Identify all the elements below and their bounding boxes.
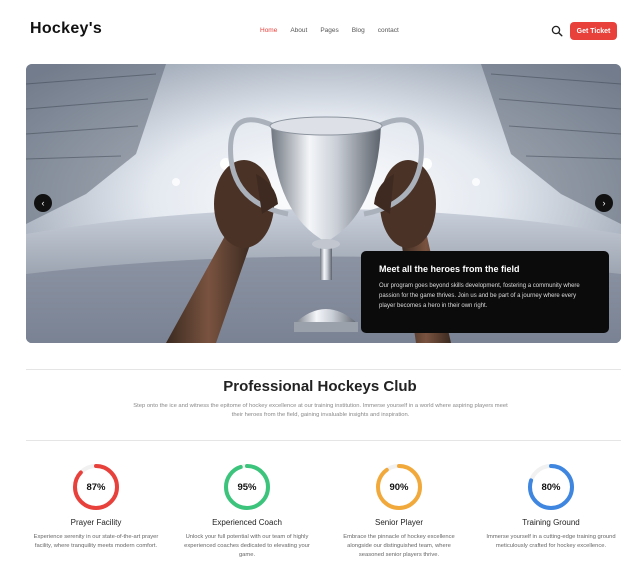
site-header: Hockey's Home About Pages Blog contact G… bbox=[0, 0, 640, 62]
stat-value: 95% bbox=[237, 481, 257, 493]
nav-pages[interactable]: Pages bbox=[320, 27, 338, 34]
stat-experienced-coach: 95% Experienced Coach Unlock your full p… bbox=[172, 462, 322, 560]
stat-description: Embrace the pinnacle of hockey excellenc… bbox=[343, 534, 455, 558]
nav-home[interactable]: Home bbox=[260, 27, 277, 34]
stat-title: Prayer Facility bbox=[70, 518, 122, 527]
hero-slider: ‹ › Meet all the heroes from the field O… bbox=[26, 64, 621, 343]
nav-contact[interactable]: contact bbox=[378, 27, 399, 34]
stat-prayer-facility: 87% Prayer Facility Experience serenity … bbox=[21, 462, 171, 551]
nav-about[interactable]: About bbox=[290, 27, 307, 34]
hero-caption-text: Our program goes beyond skills developme… bbox=[379, 283, 580, 309]
stat-training-ground: 80% Training Ground Immerse yourself in … bbox=[476, 462, 626, 551]
stat-value: 87% bbox=[86, 481, 106, 493]
progress-ring: 90% bbox=[374, 462, 424, 512]
main-nav: Home About Pages Blog contact bbox=[260, 27, 399, 34]
section-divider-top bbox=[26, 369, 621, 370]
section-description: Step onto the ice and witness the epitom… bbox=[133, 403, 508, 418]
chevron-right-icon: › bbox=[602, 198, 606, 208]
slider-prev-button[interactable]: ‹ bbox=[34, 194, 52, 212]
section-divider-bottom bbox=[26, 440, 621, 441]
stat-description: Unlock your full potential with our team… bbox=[184, 534, 310, 558]
progress-ring: 80% bbox=[526, 462, 576, 512]
site-logo[interactable]: Hockey's bbox=[30, 20, 102, 38]
stat-description: Experience serenity in our state-of-the-… bbox=[33, 534, 159, 549]
progress-ring: 95% bbox=[222, 462, 272, 512]
stat-description: Immerse yourself in a cutting-edge train… bbox=[486, 534, 616, 549]
nav-blog[interactable]: Blog bbox=[352, 27, 365, 34]
hero-caption-title: Meet all the heroes from the field bbox=[379, 264, 520, 274]
stat-title: Senior Player bbox=[374, 518, 424, 527]
stat-title: Training Ground bbox=[522, 518, 580, 527]
stat-value: 90% bbox=[389, 481, 409, 493]
hero-caption-card: Meet all the heroes from the field Our p… bbox=[361, 251, 609, 333]
progress-ring: 87% bbox=[71, 462, 121, 512]
stat-value: 80% bbox=[541, 481, 561, 493]
slider-next-button[interactable]: › bbox=[595, 194, 613, 212]
stat-senior-player: 90% Senior Player Embrace the pinnacle o… bbox=[324, 462, 474, 560]
chevron-left-icon: ‹ bbox=[41, 198, 45, 208]
search-icon[interactable] bbox=[551, 24, 563, 37]
section-title: Professional Hockeys Club bbox=[223, 378, 417, 395]
stat-title: Experienced Coach bbox=[212, 518, 282, 527]
get-ticket-button[interactable]: Get Ticket bbox=[570, 22, 617, 40]
